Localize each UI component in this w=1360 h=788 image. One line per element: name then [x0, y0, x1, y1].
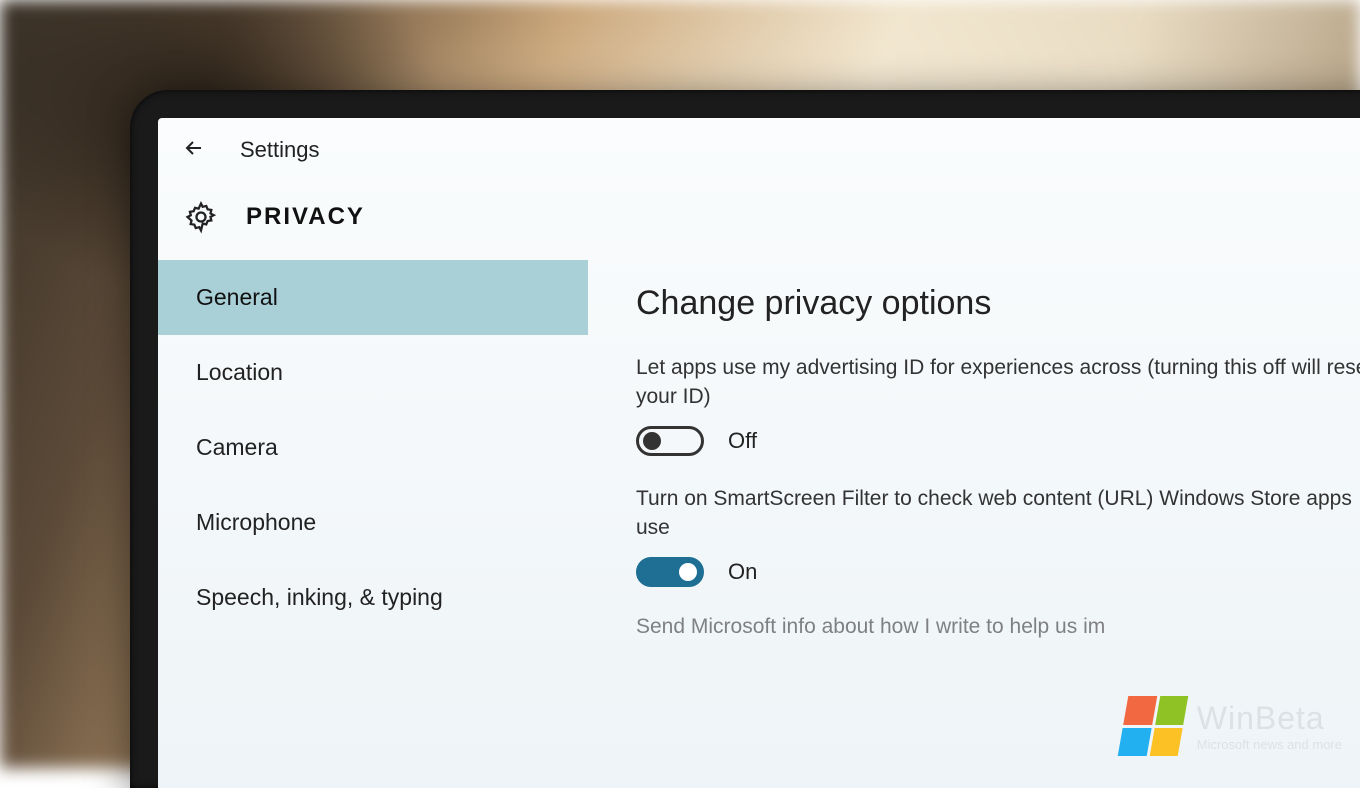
toggle-state-label: Off	[728, 428, 757, 454]
sidebar-item-label: Speech, inking, & typing	[196, 584, 443, 610]
titlebar: Settings	[158, 118, 1360, 182]
sidebar-item-label: Microphone	[196, 509, 316, 535]
watermark-brand: WinBeta	[1197, 700, 1342, 737]
content-pane: Change privacy options Let apps use my a…	[588, 260, 1360, 762]
option-smartscreen: Turn on SmartScreen Filter to check web …	[636, 484, 1360, 587]
window-title: Settings	[240, 137, 320, 163]
laptop-bezel: Settings PRIVACY General Location Camera	[130, 90, 1360, 788]
toggle-advertising-id[interactable]	[636, 426, 704, 456]
settings-window: Settings PRIVACY General Location Camera	[158, 118, 1360, 788]
toggle-knob	[643, 432, 661, 450]
content-heading: Change privacy options	[636, 284, 1360, 323]
sidebar-item-label: General	[196, 284, 278, 310]
sidebar-item-microphone[interactable]: Microphone	[158, 485, 588, 560]
sidebar-item-camera[interactable]: Camera	[158, 410, 588, 485]
arrow-left-icon	[182, 136, 206, 160]
watermark-tagline: Microsoft news and more	[1197, 737, 1342, 752]
option-advertising-id: Let apps use my advertising ID for exper…	[636, 353, 1360, 456]
page-header: PRIVACY	[158, 182, 1360, 260]
sidebar-item-label: Camera	[196, 434, 278, 460]
gear-icon	[184, 200, 218, 234]
toggle-state-label: On	[728, 559, 757, 585]
windows-logo-icon	[1117, 696, 1188, 756]
toggle-knob	[679, 563, 697, 581]
toggle-smartscreen[interactable]	[636, 557, 704, 587]
sidebar-item-label: Location	[196, 359, 283, 385]
sidebar-item-speech-inking-typing[interactable]: Speech, inking, & typing	[158, 560, 588, 635]
back-button[interactable]	[182, 136, 206, 165]
option-description: Let apps use my advertising ID for exper…	[636, 353, 1360, 412]
page-title: PRIVACY	[246, 203, 365, 231]
option-truncated-next: Send Microsoft info about how I write to…	[636, 615, 1360, 639]
sidebar: General Location Camera Microphone Speec…	[158, 260, 588, 762]
sidebar-item-general[interactable]: General	[158, 260, 588, 335]
watermark: WinBeta Microsoft news and more	[1123, 696, 1342, 756]
sidebar-item-location[interactable]: Location	[158, 335, 588, 410]
option-description: Turn on SmartScreen Filter to check web …	[636, 484, 1360, 543]
